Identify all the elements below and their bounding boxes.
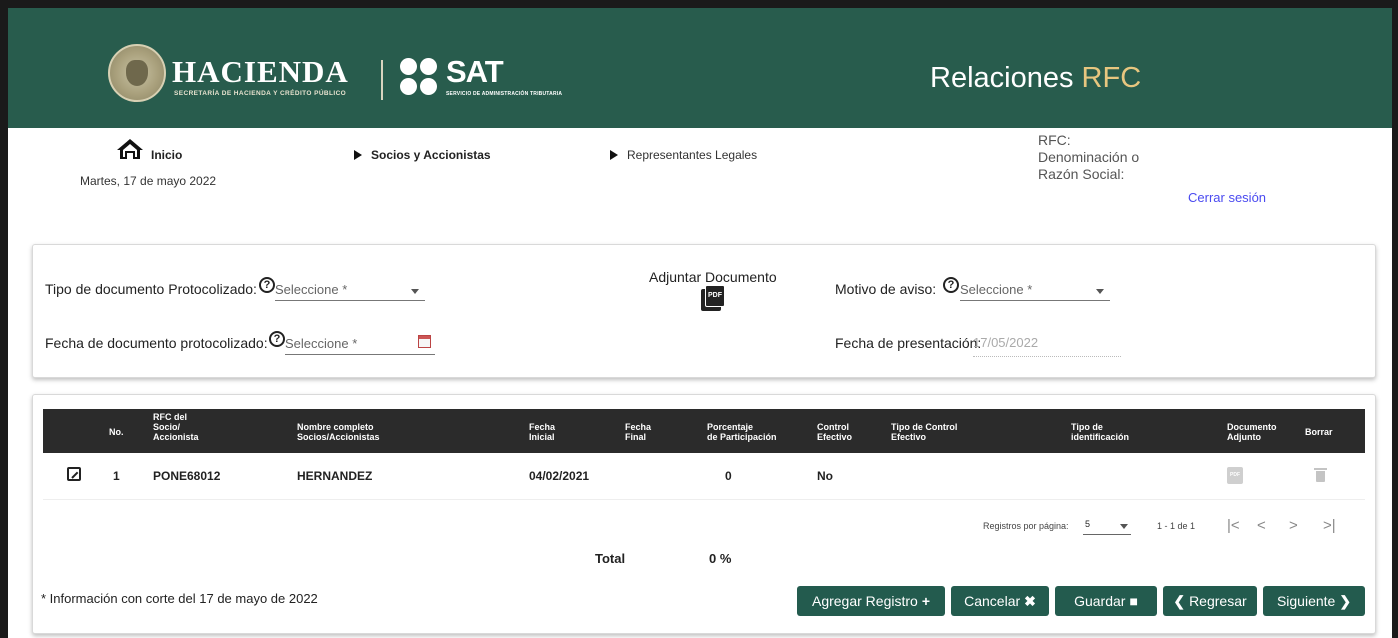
last-page-button[interactable]: >| xyxy=(1323,517,1336,534)
cell-rfc: PONE68012 xyxy=(153,469,221,483)
sat-logo-title: SAT xyxy=(446,54,504,89)
help-icon[interactable]: ? xyxy=(259,277,275,293)
calendar-icon[interactable] xyxy=(418,335,431,348)
dropdown-arrow-icon xyxy=(1120,524,1128,529)
page: HACIENDA SECRETARÍA DE HACIENDA Y CRÉDIT… xyxy=(8,8,1392,638)
header-bar: HACIENDA SECRETARÍA DE HACIENDA Y CRÉDIT… xyxy=(8,8,1392,128)
fecha-presentacion-underline xyxy=(973,356,1121,357)
col-tipo-control: Tipo de Control Efectivo xyxy=(891,422,958,442)
regresar-label: Regresar xyxy=(1189,593,1247,609)
prev-page-button[interactable]: < xyxy=(1257,517,1266,534)
razon-social-label: Razón Social: xyxy=(1038,166,1125,182)
per-page-value: 5 xyxy=(1085,519,1091,529)
app-title: Relaciones RFC xyxy=(930,62,1141,95)
agregar-label: Agregar Registro xyxy=(811,593,918,609)
per-page-select[interactable]: 5 xyxy=(1083,519,1131,535)
logo-divider xyxy=(381,60,383,100)
row-divider xyxy=(43,499,1365,500)
sat-logo-subtitle: SERVICIO DE ADMINISTRACIÓN TRIBUTARIA xyxy=(446,91,563,97)
hacienda-logo-title: HACIENDA xyxy=(172,54,349,89)
pdf-document-icon[interactable]: PDF xyxy=(1227,467,1243,484)
nav-socios-accionistas[interactable]: Socios y Accionistas xyxy=(371,148,491,162)
home-icon[interactable] xyxy=(116,138,144,160)
fecha-doc-datepicker[interactable]: Seleccione * xyxy=(285,333,435,355)
chevron-right-icon: ❯ xyxy=(1339,593,1352,609)
play-arrow-icon xyxy=(610,150,618,160)
total-label: Total xyxy=(595,551,626,566)
tipo-doc-placeholder: Seleccione * xyxy=(275,282,348,297)
cell-fecha-inicial: 04/02/2021 xyxy=(529,469,590,483)
cell-no: 1 xyxy=(113,469,120,483)
cell-control: No xyxy=(817,469,833,483)
total-value: 0 % xyxy=(709,551,732,566)
help-icon[interactable]: ? xyxy=(269,331,285,347)
dropdown-arrow-icon xyxy=(1096,289,1104,294)
open-external-icon[interactable] xyxy=(67,467,81,481)
per-page-label: Registros por página: xyxy=(983,521,1069,531)
col-fecha-inicial: Fecha Inicial xyxy=(529,422,556,442)
save-icon: ■ xyxy=(1129,593,1138,609)
siguiente-label: Siguiente xyxy=(1276,593,1336,609)
trash-icon[interactable] xyxy=(1314,468,1327,482)
siguiente-button[interactable]: Siguiente ❯ xyxy=(1263,586,1365,616)
current-date: Martes, 17 de mayo 2022 xyxy=(80,174,217,188)
motivo-select[interactable]: Seleccione * xyxy=(960,279,1110,301)
fecha-presentacion-value: 17/05/2022 xyxy=(973,335,1039,350)
close-icon: ✖ xyxy=(1024,593,1036,609)
fecha-doc-placeholder: Seleccione * xyxy=(285,336,358,351)
fecha-doc-label: Fecha de documento protocolizado: xyxy=(45,335,268,351)
regresar-button[interactable]: ❮ Regresar xyxy=(1163,586,1257,616)
table-header: No. RFC del Socio/ Accionista Nombre com… xyxy=(43,409,1365,453)
cell-nombre: HERNANDEZ xyxy=(297,469,373,483)
app-title-accent: RFC xyxy=(1081,62,1142,94)
col-no: No. xyxy=(109,427,124,437)
col-documento-adjunto: Documento Adjunto xyxy=(1227,422,1277,442)
fecha-presentacion-label: Fecha de presentación: xyxy=(835,335,982,351)
next-page-button[interactable]: > xyxy=(1289,517,1298,534)
col-nombre: Nombre completo Socios/Accionistas xyxy=(297,422,380,442)
chevron-left-icon: ❮ xyxy=(1173,593,1186,609)
rfc-info: RFC: Denominación o Razón Social: xyxy=(1038,132,1198,183)
sat-dots-icon xyxy=(400,58,440,98)
rfc-label: RFC: xyxy=(1038,132,1071,148)
tipo-doc-label: Tipo de documento Protocolizado: xyxy=(45,281,257,297)
hacienda-logo-subtitle: SECRETARÍA DE HACIENDA Y CRÉDITO PÚBLICO xyxy=(174,90,347,97)
col-tipo-identificacion: Tipo de identificación xyxy=(1071,422,1130,442)
denominacion-label: Denominación o xyxy=(1038,149,1140,165)
logout-link[interactable]: Cerrar sesión xyxy=(1188,190,1266,205)
col-fecha-final: Fecha Final xyxy=(625,422,652,442)
cell-porcentaje: 0 xyxy=(725,469,732,483)
pdf-upload-icon[interactable]: PDF xyxy=(701,285,725,311)
col-rfc: RFC del Socio/ Accionista xyxy=(153,412,199,442)
tipo-doc-select[interactable]: Seleccione * xyxy=(275,279,425,301)
adjuntar-label: Adjuntar Documento xyxy=(649,269,777,285)
info-note: * Información con corte del 17 de mayo d… xyxy=(41,591,318,606)
cancelar-button[interactable]: Cancelar ✖ xyxy=(951,586,1049,616)
col-control-efectivo: Control Efectivo xyxy=(817,422,853,442)
mexico-seal-icon xyxy=(108,44,166,102)
help-icon[interactable]: ? xyxy=(943,277,959,293)
dropdown-arrow-icon xyxy=(411,289,419,294)
cancelar-label: Cancelar xyxy=(964,593,1021,609)
play-arrow-icon xyxy=(354,150,362,160)
nav-inicio[interactable]: Inicio xyxy=(151,148,182,162)
app-title-main: Relaciones xyxy=(930,62,1074,94)
agregar-registro-button[interactable]: Agregar Registro + xyxy=(797,586,945,616)
plus-icon: + xyxy=(921,593,930,609)
nav-representantes-legales[interactable]: Representantes Legales xyxy=(627,148,757,162)
motivo-label: Motivo de aviso: xyxy=(835,281,937,297)
guardar-button[interactable]: Guardar ■ xyxy=(1055,586,1157,616)
socios-table-card: No. RFC del Socio/ Accionista Nombre com… xyxy=(32,394,1376,634)
col-borrar: Borrar xyxy=(1305,427,1333,437)
first-page-button[interactable]: |< xyxy=(1227,517,1240,534)
document-form-card: Tipo de documento Protocolizado: ? Selec… xyxy=(32,244,1376,378)
col-porcentaje: Porcentaje de Participación xyxy=(707,422,777,442)
page-range: 1 - 1 de 1 xyxy=(1157,521,1196,531)
motivo-placeholder: Seleccione * xyxy=(960,282,1033,297)
guardar-label: Guardar xyxy=(1074,593,1126,609)
